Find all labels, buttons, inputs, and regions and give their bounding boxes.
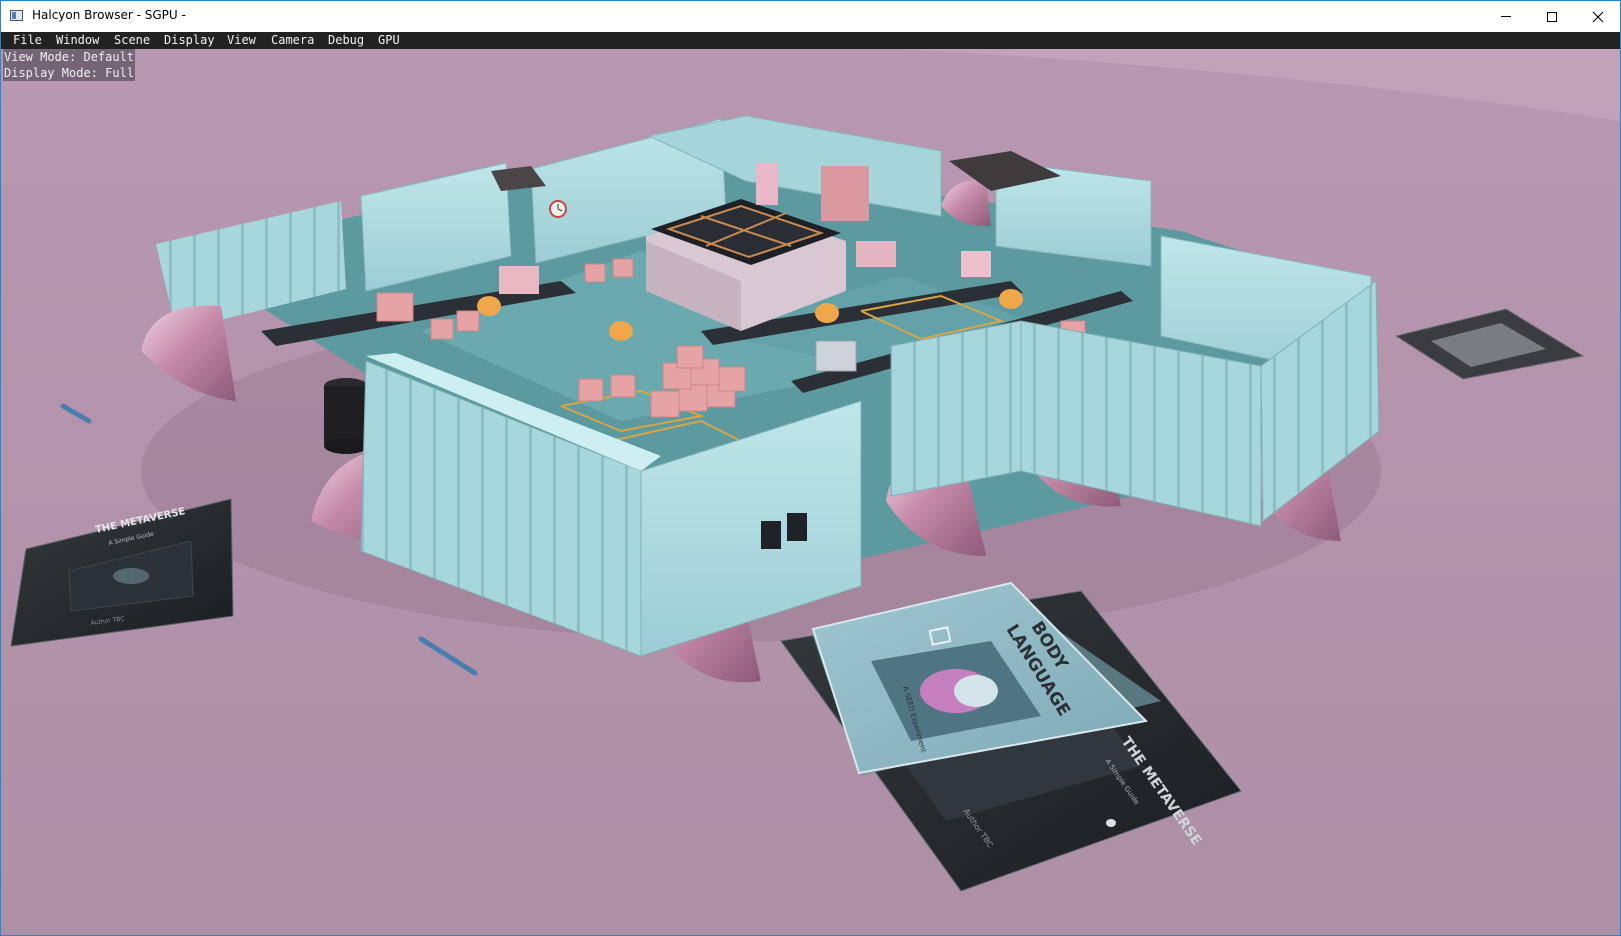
view-mode-label: View Mode: Default [3, 49, 136, 65]
menu-gpu[interactable]: GPU [378, 33, 400, 48]
close-button[interactable] [1575, 1, 1620, 32]
wall-panel [890, 320, 1022, 497]
shelf-unit [821, 166, 869, 221]
menu-display[interactable]: Display [164, 33, 215, 48]
minimize-button[interactable] [1483, 1, 1529, 32]
render-viewport[interactable]: THE METAVERSE A Simple Guide Author TBC … [1, 49, 1620, 935]
display-mode-label: Display Mode: Full [3, 65, 136, 81]
menu-debug[interactable]: Debug [328, 33, 364, 48]
menu-scene[interactable]: Scene [114, 33, 150, 48]
menu-bar: File Window Scene Display View Camera De… [1, 32, 1620, 49]
barrel [324, 386, 368, 446]
maximize-icon [1547, 11, 1557, 22]
minimize-icon [1501, 16, 1511, 17]
close-icon [1592, 11, 1604, 22]
maximize-button[interactable] [1529, 1, 1575, 32]
scene-render: THE METAVERSE A Simple Guide Author TBC … [1, 49, 1620, 935]
app-window-icon [10, 10, 23, 21]
machine [815, 340, 857, 372]
menu-view[interactable]: View [227, 33, 256, 48]
window-title: Halcyon Browser - SGPU - [32, 8, 186, 22]
menu-camera[interactable]: Camera [271, 33, 314, 48]
menu-window[interactable]: Window [56, 33, 99, 48]
machine [499, 266, 539, 294]
menu-file[interactable]: File [13, 33, 42, 48]
app-window: Halcyon Browser - SGPU - File Window Sce… [0, 0, 1621, 936]
title-bar[interactable]: Halcyon Browser - SGPU - [1, 1, 1620, 32]
